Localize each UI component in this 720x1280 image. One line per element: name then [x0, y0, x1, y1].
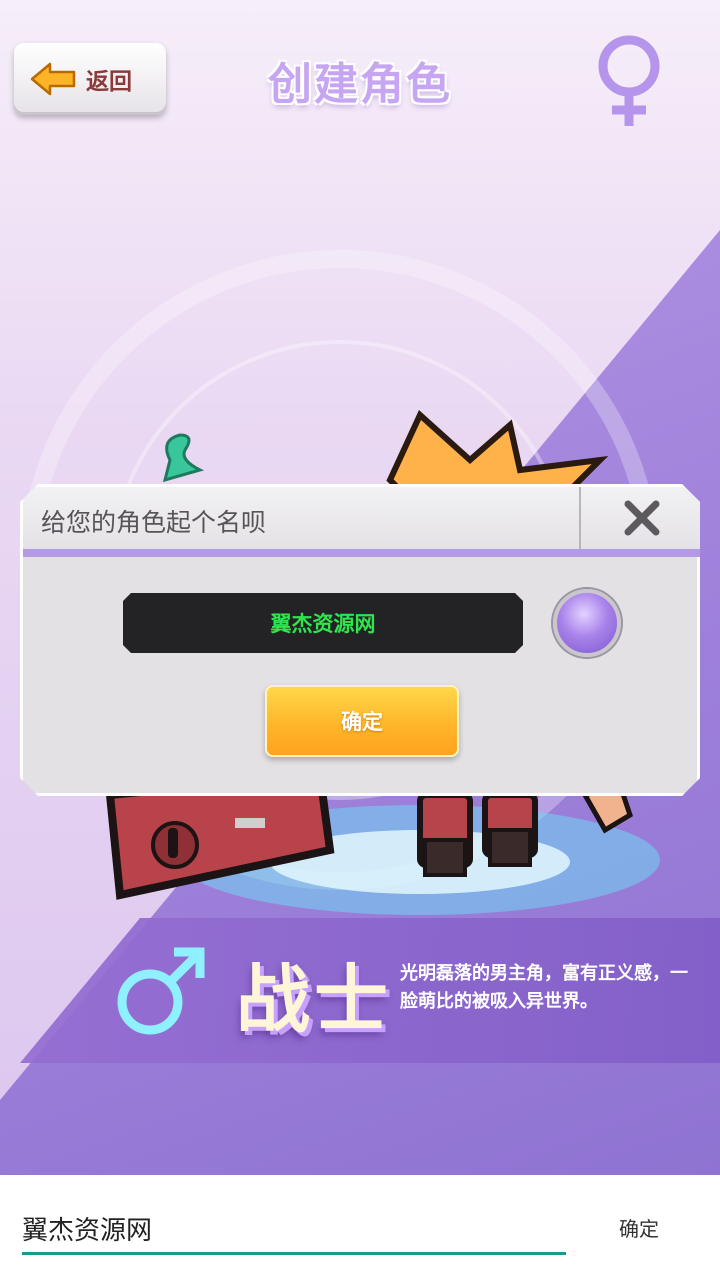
- character-name-value: 翼杰资源网: [270, 612, 376, 636]
- name-dialog: 给您的角色起个名呗 翼杰资源网 确定: [20, 484, 700, 796]
- dialog-header: 给您的角色起个名呗: [23, 487, 700, 557]
- male-gender-icon[interactable]: [112, 940, 212, 1040]
- game-screen: 返回 创建角色 战士 光明磊落的男主角，富有正义感，一脸萌比的被吸入异世界。 给…: [0, 0, 720, 1175]
- page-title: 创建角色: [268, 60, 452, 109]
- confirm-button[interactable]: 确定: [265, 685, 459, 757]
- input-confirm-button[interactable]: 确定: [604, 1213, 674, 1245]
- back-label: 返回: [86, 68, 132, 94]
- character-name-field[interactable]: 翼杰资源网: [123, 593, 523, 653]
- class-description: 光明磊落的男主角，富有正义感，一脸萌比的被吸入异世界。: [400, 963, 688, 1012]
- class-name: 战士: [236, 958, 392, 1041]
- close-icon: [624, 500, 660, 536]
- dialog-title: 给您的角色起个名呗: [41, 508, 267, 537]
- text-input[interactable]: 翼杰资源网: [22, 1205, 566, 1255]
- input-bar: 翼杰资源网 确定: [0, 1175, 720, 1280]
- close-button[interactable]: [579, 487, 700, 549]
- female-gender-icon[interactable]: [592, 30, 666, 130]
- confirm-label: 确定: [341, 710, 383, 734]
- arrow-left-icon: [30, 62, 76, 96]
- random-name-button[interactable]: [553, 589, 621, 657]
- back-button[interactable]: 返回: [14, 43, 166, 115]
